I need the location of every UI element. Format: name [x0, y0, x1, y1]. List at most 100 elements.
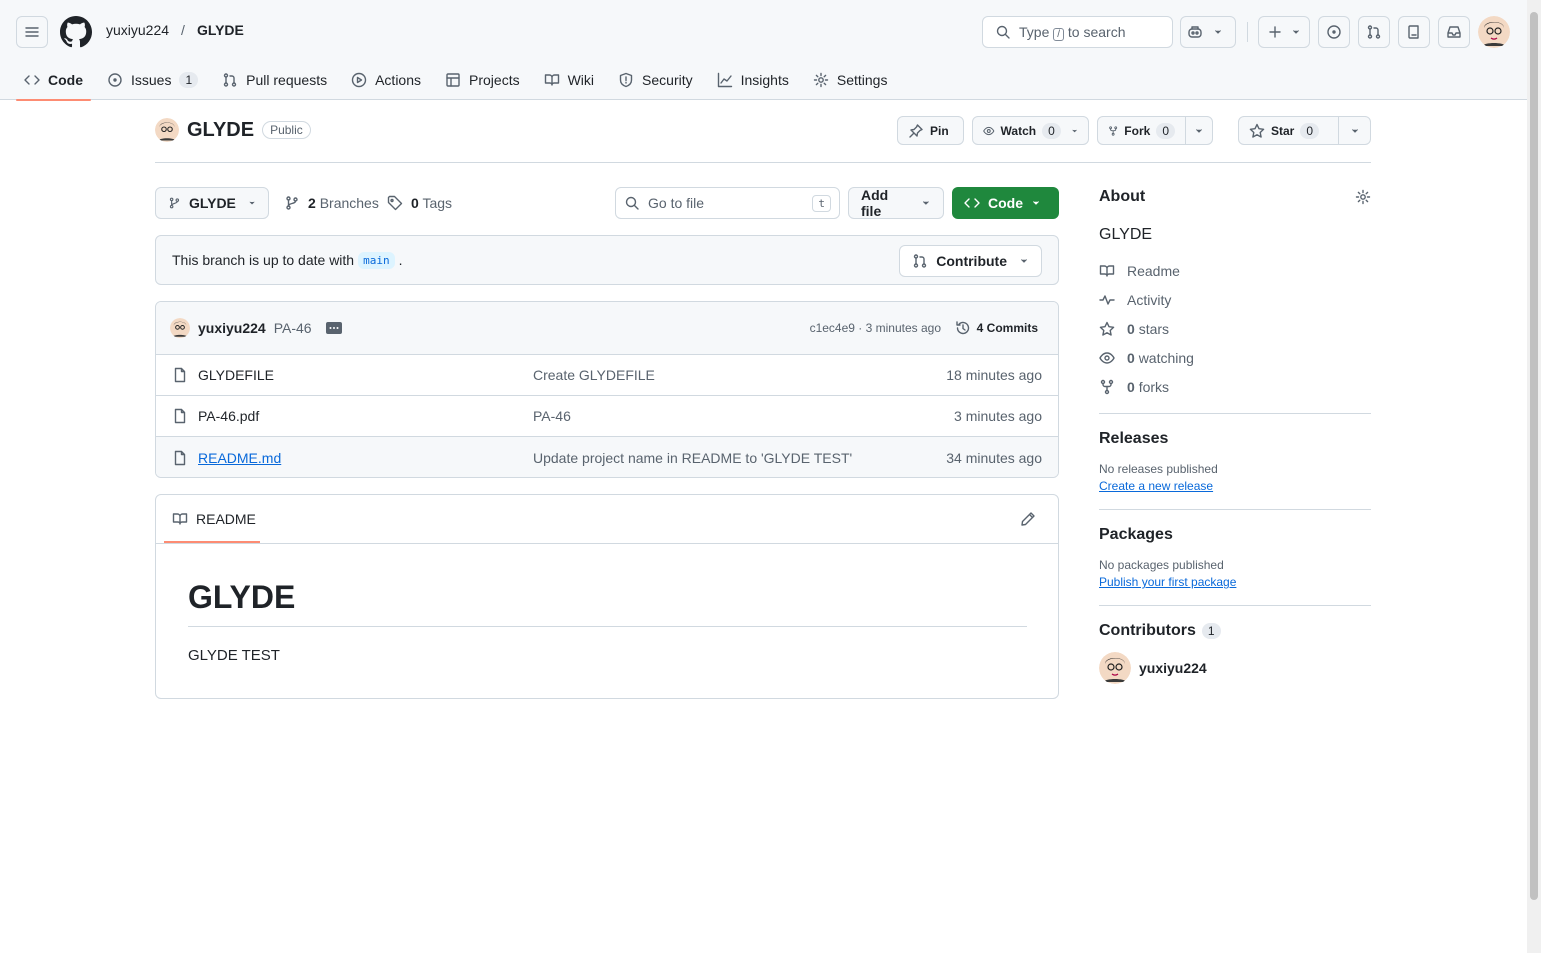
- fork-button[interactable]: Fork 0: [1097, 116, 1186, 145]
- tab-issues-label: Issues: [131, 72, 172, 88]
- add-file-button[interactable]: Add file: [848, 187, 944, 219]
- chevron-down-icon: [1351, 128, 1358, 133]
- search-input[interactable]: Type / to search: [982, 16, 1173, 48]
- contributors-count: 1: [1201, 623, 1221, 639]
- tab-settings[interactable]: Settings: [805, 60, 896, 100]
- commit-details-button[interactable]: [325, 322, 342, 334]
- tab-insights[interactable]: Insights: [709, 60, 797, 100]
- forks-link[interactable]: 0 forks: [1099, 372, 1371, 401]
- repo-name[interactable]: GLYDE: [187, 119, 254, 142]
- inbox-icon: [1447, 26, 1461, 38]
- commits-count: 4 Commits: [976, 321, 1038, 335]
- star-label: Star: [1271, 123, 1295, 138]
- star-button[interactable]: Star 0: [1238, 116, 1339, 145]
- page-scrollbar[interactable]: [1527, 0, 1541, 953]
- github-logo[interactable]: [60, 16, 92, 48]
- fork-icon: [1100, 379, 1114, 394]
- breadcrumb-owner[interactable]: yuxiyu224: [106, 22, 169, 38]
- tab-pull-requests[interactable]: Pull requests: [214, 60, 335, 100]
- gear-icon[interactable]: [1355, 189, 1371, 205]
- contributor-item[interactable]: yuxiyu224: [1099, 652, 1371, 684]
- sidebar-divider: [1099, 413, 1371, 414]
- create-release-link[interactable]: Create a new release: [1099, 479, 1371, 493]
- commits-link[interactable]: 4 Commits: [955, 320, 1038, 336]
- commit-author[interactable]: yuxiyu224: [198, 320, 266, 336]
- tab-code[interactable]: Code: [16, 60, 91, 101]
- pin-button[interactable]: Pin: [897, 116, 964, 145]
- create-new-button[interactable]: [1258, 16, 1310, 48]
- tab-security-label: Security: [642, 72, 693, 88]
- chevron-down-icon: [1293, 30, 1299, 34]
- code-icon: [964, 198, 980, 208]
- tab-actions[interactable]: Actions: [343, 60, 429, 100]
- branch-status-period: .: [398, 252, 403, 268]
- tab-security[interactable]: Security: [610, 60, 701, 100]
- pull-requests-button[interactable]: [1358, 16, 1390, 48]
- file-name[interactable]: README.md: [198, 450, 281, 466]
- repo-header: GLYDE Public Pin Watch 0 Fork 0 Star 0: [155, 114, 1371, 163]
- tab-settings-label: Settings: [836, 72, 888, 88]
- forks-text: 0 forks: [1127, 378, 1170, 395]
- file-commit-message[interactable]: PA-46: [533, 408, 571, 424]
- fork-dropdown-button[interactable]: [1185, 116, 1213, 145]
- packages-empty-text: No packages published: [1099, 558, 1224, 572]
- file-name[interactable]: GLYDEFILE: [198, 367, 274, 383]
- watch-button[interactable]: Watch 0: [972, 116, 1089, 145]
- pull-request-icon: [223, 73, 237, 87]
- eye-icon: [983, 126, 995, 135]
- branches-link[interactable]: 2 Branches: [284, 195, 379, 211]
- branch-status-text: This branch is up to date with: [172, 252, 355, 268]
- watching-link[interactable]: 0 watching: [1099, 343, 1371, 372]
- file-commit-message[interactable]: Create GLYDEFILE: [533, 367, 655, 383]
- go-to-file-shortcut: t: [812, 194, 831, 212]
- file-row[interactable]: PA-46.pdf PA-46 3 minutes ago: [156, 396, 1058, 437]
- publish-package-link[interactable]: Publish your first package: [1099, 575, 1371, 589]
- inbox-button[interactable]: [1438, 16, 1470, 48]
- base-branch-link[interactable]: main: [358, 251, 395, 269]
- tag-icon: [387, 195, 403, 211]
- go-to-file-input[interactable]: Go to file t: [615, 187, 840, 219]
- scrollbar-thumb[interactable]: [1530, 12, 1538, 900]
- tags-link[interactable]: 0 Tags: [387, 195, 452, 211]
- commit-message[interactable]: PA-46: [274, 320, 312, 336]
- hamburger-icon: [25, 27, 39, 37]
- tab-issues[interactable]: Issues 1: [99, 60, 206, 100]
- file-icon: [174, 450, 186, 465]
- edit-readme-button[interactable]: [1020, 511, 1036, 527]
- repositories-button[interactable]: [1398, 16, 1430, 48]
- contributors-title[interactable]: Contributors: [1099, 622, 1196, 640]
- chevron-down-icon: [1033, 201, 1039, 205]
- tab-projects[interactable]: Projects: [437, 60, 528, 100]
- fork-icon: [1109, 125, 1118, 136]
- tab-code-label: Code: [48, 72, 83, 88]
- commit-author-avatar[interactable]: [170, 318, 190, 338]
- menu-button[interactable]: [16, 16, 48, 48]
- tab-wiki[interactable]: Wiki: [536, 60, 602, 100]
- readme-link[interactable]: Readme: [1099, 256, 1371, 285]
- issue-icon: [1327, 25, 1341, 39]
- owner-avatar[interactable]: [155, 118, 179, 142]
- branch-selector[interactable]: GLYDE: [155, 187, 269, 219]
- star-dropdown-button[interactable]: [1338, 116, 1371, 145]
- readme-tab[interactable]: README: [164, 495, 260, 543]
- code-button[interactable]: Code: [952, 187, 1059, 219]
- breadcrumb-repo[interactable]: GLYDE: [197, 22, 244, 38]
- releases-title[interactable]: Releases: [1099, 430, 1371, 448]
- file-row[interactable]: GLYDEFILE Create GLYDEFILE 18 minutes ag…: [156, 355, 1058, 396]
- pin-icon: [909, 123, 923, 138]
- user-avatar[interactable]: [1478, 16, 1510, 48]
- issues-button[interactable]: [1318, 16, 1350, 48]
- chevron-down-icon: [923, 201, 929, 205]
- search-icon: [625, 196, 639, 210]
- activity-link[interactable]: Activity: [1099, 285, 1371, 314]
- file-commit-message[interactable]: Update project name in README to 'GLYDE …: [533, 450, 852, 466]
- contribute-button[interactable]: Contribute: [899, 245, 1042, 277]
- repo-tabs: Code Issues 1 Pull requests Actions Proj…: [16, 60, 903, 101]
- file-row[interactable]: README.md Update project name in README …: [156, 437, 1058, 477]
- packages-title[interactable]: Packages: [1099, 526, 1371, 544]
- file-name[interactable]: PA-46.pdf: [198, 408, 259, 424]
- sidebar-divider: [1099, 605, 1371, 606]
- copilot-button[interactable]: [1180, 16, 1236, 48]
- stars-link[interactable]: 0 stars: [1099, 314, 1371, 343]
- commit-sha-time[interactable]: c1ec4e9 · 3 minutes ago: [810, 321, 941, 335]
